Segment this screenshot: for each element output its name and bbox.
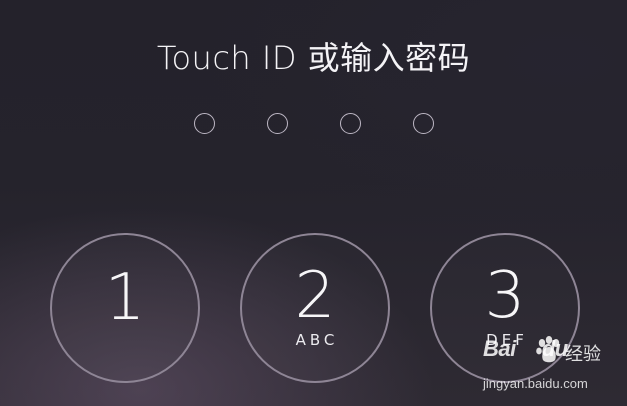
prompt-title: Touch ID 或输入密码	[156, 39, 471, 77]
passcode-dot	[413, 113, 434, 134]
passcode-dot	[340, 113, 361, 134]
keypad-key-2[interactable]: 2 ABC	[240, 233, 390, 383]
key-digit: 3	[484, 259, 526, 333]
passcode-dot	[267, 113, 288, 134]
passcode-dot	[194, 113, 215, 134]
key-digit: 1	[104, 261, 146, 335]
lock-screen: Touch ID 或输入密码 1 2 ABC 3 DEF Bai du 经验 ji…	[0, 0, 627, 406]
key-letters: DEF	[486, 331, 528, 349]
keypad-key-3[interactable]: 3 DEF	[430, 233, 580, 383]
key-digit: 2	[294, 259, 336, 333]
keypad-key-1[interactable]: 1	[50, 233, 200, 383]
key-letters: ABC	[295, 331, 339, 349]
passcode-dots	[0, 113, 627, 139]
